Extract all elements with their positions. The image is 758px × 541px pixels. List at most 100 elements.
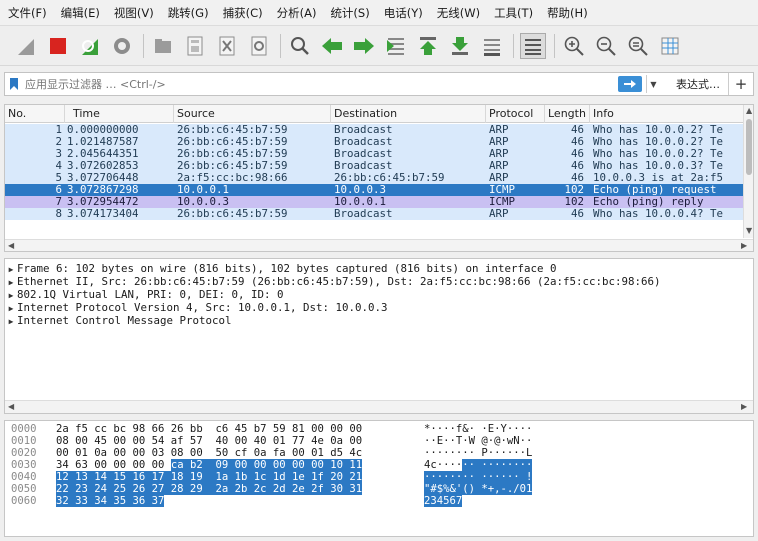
packet-cell-proto: ICMP bbox=[489, 184, 516, 196]
packet-cell-no: 5 bbox=[55, 172, 62, 184]
stop-icon[interactable] bbox=[45, 33, 71, 59]
find-icon[interactable] bbox=[287, 33, 313, 59]
bytes-line[interactable]: 0060 32 33 34 35 36 37 234567 bbox=[5, 495, 753, 507]
packet-cell-src: 26:bb:c6:45:b7:59 bbox=[177, 208, 288, 220]
packet-cell-len: 46 bbox=[570, 124, 584, 136]
reload-icon[interactable] bbox=[246, 33, 272, 59]
column-header-source[interactable]: Source bbox=[174, 105, 331, 123]
bytes-line[interactable]: 0020 00 01 0a 00 00 03 08 00 50 cf 0a fa … bbox=[5, 447, 753, 459]
packet-cell-len: 46 bbox=[570, 172, 584, 184]
menu-tools[interactable]: 工具(T) bbox=[494, 5, 533, 21]
bytes-line[interactable]: 0050 22 23 24 25 26 27 28 29 2a 2b 2c 2d … bbox=[5, 483, 753, 495]
bytes-line[interactable]: 0000 2a f5 cc bc 98 66 26 bb c6 45 b7 59 … bbox=[5, 423, 753, 435]
tree-row-icmp[interactable]: ▶ Internet Control Message Protocol bbox=[5, 314, 232, 327]
packet-row[interactable]: 8 3.074173404 26:bb:c6:45:b7:59 Broadcast AR… bbox=[5, 208, 743, 220]
ascii-bytes: 234567 bbox=[424, 495, 463, 507]
bytes-line[interactable]: 0010 08 00 45 00 00 54 af 57 40 00 40 01 … bbox=[5, 435, 753, 447]
ascii-bytes: "#$%&'() *+,-./01 bbox=[424, 483, 533, 495]
hex-bytes-highlighted: ca b2 09 00 00 00 00 00 10 11 bbox=[170, 459, 363, 471]
packet-row[interactable]: 4 3.072602853 26:bb:c6:45:b7:59 Broadcast AR… bbox=[5, 160, 743, 172]
shark-fin-icon[interactable] bbox=[13, 33, 39, 59]
packet-list-vertical-scrollbar[interactable]: ▲ ▼ bbox=[743, 105, 753, 238]
add-filter-button[interactable]: + bbox=[729, 75, 753, 93]
packet-row[interactable]: 1 0.000000000 26:bb:c6:45:b7:59 Broadcast AR… bbox=[5, 124, 743, 136]
bookmark-icon[interactable] bbox=[5, 73, 23, 95]
packet-cell-src: 10.0.0.1 bbox=[177, 184, 230, 196]
menu-go[interactable]: 跳转(G) bbox=[168, 5, 209, 21]
details-horizontal-scrollbar[interactable]: ◀ ▶ bbox=[5, 400, 753, 413]
go-forward-icon[interactable] bbox=[351, 33, 377, 59]
scroll-right-icon[interactable]: ▶ bbox=[741, 241, 747, 250]
tree-row-frame[interactable]: ▶ Frame 6: 102 bytes on wire (816 bits), … bbox=[5, 262, 557, 275]
colorize-icon[interactable] bbox=[520, 32, 546, 59]
tree-row-ipv4[interactable]: ▶ Internet Protocol Version 4, Src: 10.0.… bbox=[5, 301, 388, 314]
filter-history-dropdown[interactable]: ▼ bbox=[646, 75, 660, 93]
hex-bytes-highlighted: 22 23 24 25 26 27 28 29 2a 2b 2c 2d 2e 2… bbox=[56, 483, 363, 495]
tree-row-ethernet[interactable]: ▶ Ethernet II, Src: 26:bb:c6:45:b7:59 (26… bbox=[5, 275, 661, 288]
column-header-destination[interactable]: Destination bbox=[331, 105, 486, 123]
go-back-icon[interactable] bbox=[319, 33, 345, 59]
column-header-length[interactable]: Length bbox=[545, 105, 590, 123]
packet-cell-time: 2.045644351 bbox=[67, 148, 139, 160]
bytes-line[interactable]: 0040 12 13 14 15 16 17 18 19 1a 1b 1c 1d … bbox=[5, 471, 753, 483]
restart-icon[interactable] bbox=[77, 33, 103, 59]
packet-cell-time: 3.072602853 bbox=[67, 160, 139, 172]
packet-row[interactable]: 2 1.021487587 26:bb:c6:45:b7:59 Broadcast AR… bbox=[5, 136, 743, 148]
packet-cell-info: Echo (ping) reply bbox=[593, 196, 704, 208]
packet-cell-len: 46 bbox=[570, 136, 584, 148]
packet-row[interactable]: 7 3.072954472 10.0.0.3 10.0.0.1 ICMP 102 Echo … bbox=[5, 196, 743, 208]
scroll-left-icon[interactable]: ◀ bbox=[8, 402, 14, 411]
packet-cell-dst: 10.0.0.3 bbox=[334, 184, 387, 196]
autoscroll-icon[interactable] bbox=[479, 33, 505, 59]
packet-cell-len: 46 bbox=[570, 208, 584, 220]
menu-edit[interactable]: 编辑(E) bbox=[61, 5, 100, 21]
packet-row[interactable]: 6 3.072867298 10.0.0.1 10.0.0.3 ICMP 102 Echo … bbox=[5, 184, 743, 196]
packet-cell-no: 8 bbox=[55, 208, 62, 220]
menu-wireless[interactable]: 无线(W) bbox=[437, 5, 480, 21]
scroll-up-icon[interactable]: ▲ bbox=[746, 106, 752, 115]
apply-filter-arrow-icon[interactable] bbox=[618, 76, 642, 92]
go-first-icon[interactable] bbox=[415, 33, 441, 59]
scroll-down-icon[interactable]: ▼ bbox=[746, 226, 752, 235]
tree-row-vlan[interactable]: ▶ 802.1Q Virtual LAN, PRI: 0, DEI: 0, ID:… bbox=[5, 288, 284, 301]
packet-row[interactable]: 5 3.072706448 2a:f5:cc:bc:98:66 26:bb:c6:45… bbox=[5, 172, 743, 184]
options-gear-icon[interactable] bbox=[109, 33, 135, 59]
scroll-left-icon[interactable]: ◀ bbox=[8, 241, 14, 250]
zoom-normal-icon[interactable] bbox=[625, 33, 651, 59]
packet-list-horizontal-scrollbar[interactable]: ◀ ▶ bbox=[5, 239, 753, 251]
packet-cell-info: Who has 10.0.0.3? Te bbox=[593, 160, 724, 172]
menu-file[interactable]: 文件(F) bbox=[8, 5, 47, 21]
go-to-packet-icon[interactable] bbox=[383, 33, 409, 59]
expand-triangle-icon[interactable]: ▶ bbox=[5, 315, 17, 328]
menu-view[interactable]: 视图(V) bbox=[114, 5, 154, 21]
menu-statistics[interactable]: 统计(S) bbox=[330, 5, 369, 21]
open-file-icon[interactable] bbox=[150, 33, 176, 59]
scroll-right-icon[interactable]: ▶ bbox=[741, 402, 747, 411]
expression-button[interactable]: 表达式… bbox=[668, 73, 729, 95]
menu-telephony[interactable]: 电话(Y) bbox=[384, 5, 423, 21]
zoom-out-icon[interactable] bbox=[593, 33, 619, 59]
packet-cell-proto: ARP bbox=[489, 160, 509, 172]
hex-bytes: 08 00 45 00 00 54 af 57 40 00 40 01 77 4… bbox=[56, 435, 362, 447]
zoom-in-icon[interactable] bbox=[561, 33, 587, 59]
menu-capture[interactable]: 捕获(C) bbox=[223, 5, 263, 21]
menu-analyze[interactable]: 分析(A) bbox=[277, 5, 317, 21]
bytes-line[interactable]: 0030 34 63 00 00 00 00 ca b2 09 00 00 00 … bbox=[5, 459, 753, 471]
packet-cell-dst: Broadcast bbox=[334, 148, 393, 160]
scrollbar-thumb[interactable] bbox=[746, 119, 752, 175]
resize-columns-icon[interactable] bbox=[657, 33, 683, 59]
display-filter-input[interactable] bbox=[23, 74, 618, 94]
go-last-icon[interactable] bbox=[447, 33, 473, 59]
column-header-info[interactable]: Info bbox=[590, 105, 743, 123]
main-toolbar bbox=[0, 26, 758, 66]
save-file-icon[interactable] bbox=[182, 33, 208, 59]
close-file-icon[interactable] bbox=[214, 33, 240, 59]
packet-cell-info: Who has 10.0.0.2? Te bbox=[593, 148, 724, 160]
column-header-protocol[interactable]: Protocol bbox=[486, 105, 545, 123]
column-header-no[interactable]: No. bbox=[5, 105, 65, 123]
packet-cell-dst: Broadcast bbox=[334, 136, 393, 148]
packet-row[interactable]: 3 2.045644351 26:bb:c6:45:b7:59 Broadcast AR… bbox=[5, 148, 743, 160]
column-header-time[interactable]: Time bbox=[65, 105, 174, 123]
menu-help[interactable]: 帮助(H) bbox=[547, 5, 588, 21]
packet-cell-info: 10.0.0.3 is at 2a:f5 bbox=[593, 172, 724, 184]
